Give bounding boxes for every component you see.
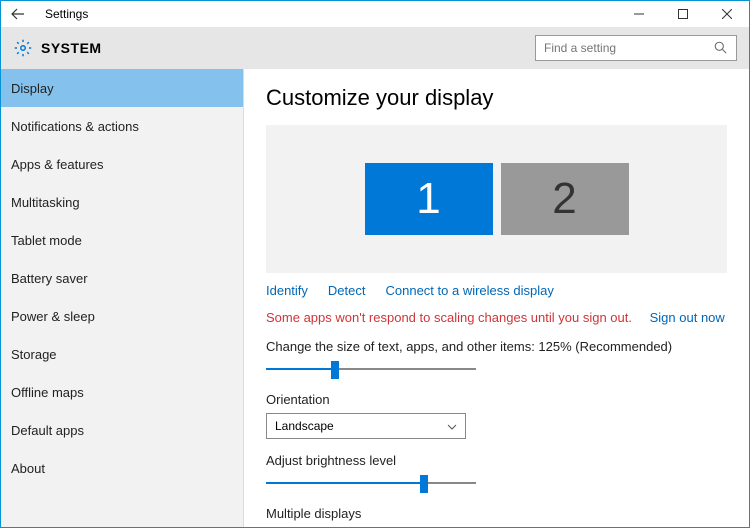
sidebar-item-label: Storage xyxy=(11,347,57,362)
sidebar-item-display[interactable]: Display xyxy=(1,69,243,107)
display-links: Identify Detect Connect to a wireless di… xyxy=(266,283,727,298)
header: SYSTEM xyxy=(1,27,749,69)
sidebar-item-tablet-mode[interactable]: Tablet mode xyxy=(1,221,243,259)
monitor-2[interactable]: 2 xyxy=(501,163,629,235)
sidebar-item-multitasking[interactable]: Multitasking xyxy=(1,183,243,221)
scaling-warning: Some apps won't respond to scaling chang… xyxy=(266,310,632,325)
content: Customize your display 1 2 Identify Dete… xyxy=(244,69,749,527)
brightness-label: Adjust brightness level xyxy=(266,453,727,468)
sidebar-item-battery-saver[interactable]: Battery saver xyxy=(1,259,243,297)
header-title: SYSTEM xyxy=(41,40,102,56)
sidebar: Display Notifications & actions Apps & f… xyxy=(1,69,244,527)
slider-thumb[interactable] xyxy=(331,361,339,379)
gear-icon xyxy=(13,38,33,58)
scaling-warning-row: Some apps won't respond to scaling chang… xyxy=(266,310,727,325)
sidebar-item-label: Multitasking xyxy=(11,195,80,210)
minimize-button[interactable] xyxy=(617,1,661,27)
orientation-label: Orientation xyxy=(266,392,727,407)
text-size-slider[interactable] xyxy=(266,360,476,378)
chevron-down-icon xyxy=(447,421,457,431)
monitor-1[interactable]: 1 xyxy=(365,163,493,235)
detect-link[interactable]: Detect xyxy=(328,283,366,298)
text-size-label: Change the size of text, apps, and other… xyxy=(266,339,727,354)
sidebar-item-apps[interactable]: Apps & features xyxy=(1,145,243,183)
monitor-preview: 1 2 xyxy=(266,125,727,273)
sidebar-item-label: Tablet mode xyxy=(11,233,82,248)
orientation-select[interactable]: Landscape xyxy=(266,413,466,439)
sidebar-item-storage[interactable]: Storage xyxy=(1,335,243,373)
page-title: Customize your display xyxy=(266,85,727,111)
sidebar-item-offline-maps[interactable]: Offline maps xyxy=(1,373,243,411)
wireless-display-link[interactable]: Connect to a wireless display xyxy=(386,283,554,298)
sidebar-item-default-apps[interactable]: Default apps xyxy=(1,411,243,449)
back-button[interactable] xyxy=(5,1,31,27)
sidebar-item-power-sleep[interactable]: Power & sleep xyxy=(1,297,243,335)
titlebar: Settings xyxy=(1,1,749,27)
sidebar-item-notifications[interactable]: Notifications & actions xyxy=(1,107,243,145)
sidebar-item-label: About xyxy=(11,461,45,476)
brightness-slider[interactable] xyxy=(266,474,476,492)
sidebar-item-label: Apps & features xyxy=(11,157,104,172)
search-box[interactable] xyxy=(535,35,737,61)
sidebar-item-label: Display xyxy=(11,81,54,96)
sidebar-item-label: Offline maps xyxy=(11,385,84,400)
slider-thumb[interactable] xyxy=(420,475,428,493)
sign-out-link[interactable]: Sign out now xyxy=(650,310,725,325)
search-icon xyxy=(714,41,728,55)
sidebar-item-label: Default apps xyxy=(11,423,84,438)
identify-link[interactable]: Identify xyxy=(266,283,308,298)
orientation-value: Landscape xyxy=(275,419,334,433)
sidebar-item-label: Battery saver xyxy=(11,271,88,286)
close-button[interactable] xyxy=(705,1,749,27)
sidebar-item-label: Notifications & actions xyxy=(11,119,139,134)
app-title: Settings xyxy=(31,7,88,21)
multiple-displays-label: Multiple displays xyxy=(266,506,727,521)
sidebar-item-label: Power & sleep xyxy=(11,309,95,324)
maximize-button[interactable] xyxy=(661,1,705,27)
sidebar-item-about[interactable]: About xyxy=(1,449,243,487)
search-input[interactable] xyxy=(544,41,714,55)
